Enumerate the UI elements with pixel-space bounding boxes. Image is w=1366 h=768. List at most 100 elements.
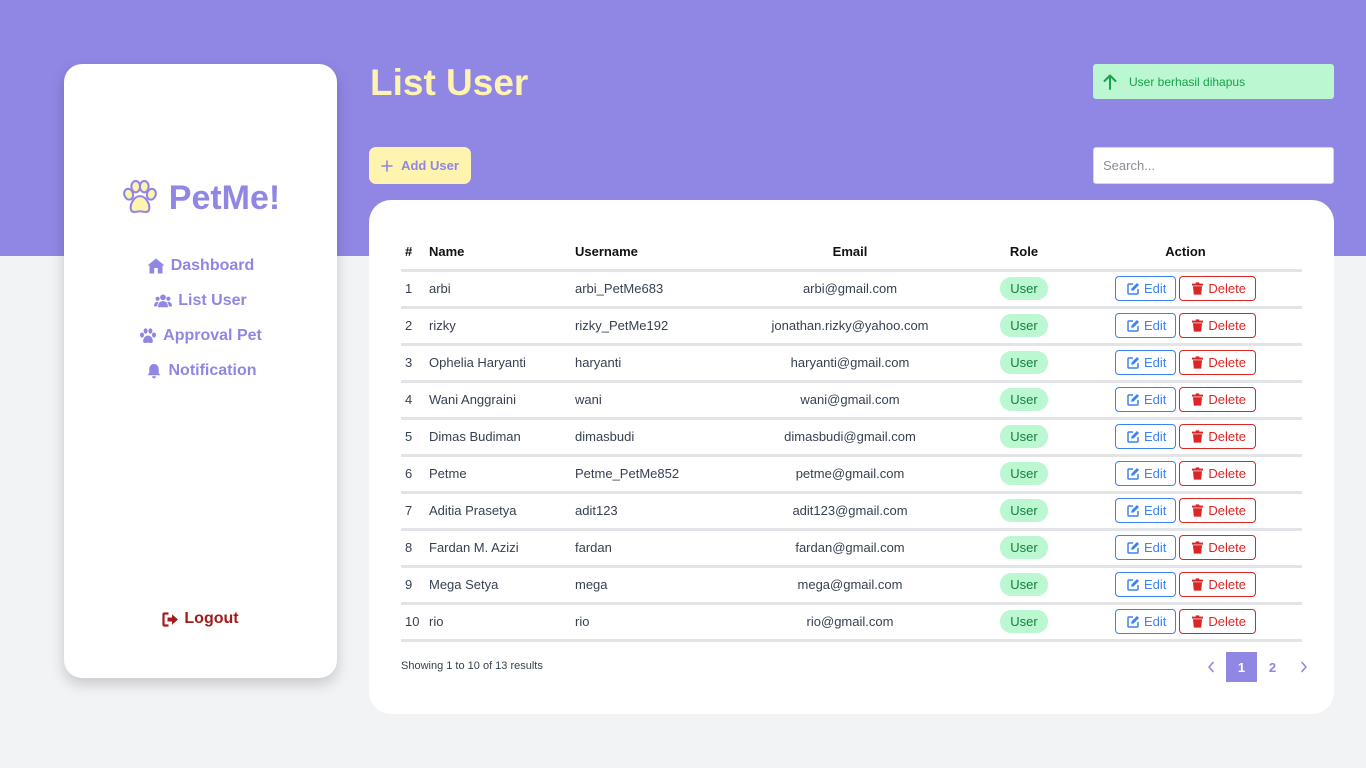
cell-role: User (979, 529, 1069, 568)
table-row: 8 Fardan M. Azizi fardan fardan@gmail.com Us… (401, 529, 1302, 568)
search-input[interactable] (1093, 147, 1334, 184)
cell-number: 5 (401, 418, 429, 457)
cell-email: fardan@gmail.com (721, 529, 979, 568)
delete-button[interactable]: Delete (1179, 276, 1256, 301)
delete-button[interactable]: Delete (1179, 572, 1256, 597)
trash-icon (1192, 615, 1204, 628)
edit-icon (1127, 431, 1139, 443)
cell-email: petme@gmail.com (721, 455, 979, 494)
brand-logo[interactable]: PetMe! (64, 176, 337, 220)
sidebar-item-dashboard[interactable]: Dashboard (64, 248, 337, 283)
table-row: 6 Petme Petme_PetMe852 petme@gmail.com User E… (401, 455, 1302, 494)
trash-icon (1192, 504, 1204, 517)
cell-role: User (979, 492, 1069, 531)
add-user-button[interactable]: Add User (369, 147, 471, 184)
cell-role: User (979, 566, 1069, 605)
cell-username: wani (575, 381, 721, 420)
delete-button[interactable]: Delete (1179, 609, 1256, 634)
column-header-action: Action (1069, 235, 1302, 272)
cell-username: adit123 (575, 492, 721, 531)
delete-button[interactable]: Delete (1179, 350, 1256, 375)
delete-button[interactable]: Delete (1179, 461, 1256, 486)
edit-label: Edit (1144, 540, 1167, 555)
user-table-card: # Name Username Email Role Action 1 arbi a… (369, 200, 1334, 714)
edit-button[interactable]: Edit (1115, 461, 1177, 486)
edit-icon (1127, 505, 1139, 517)
pagination-next-button[interactable] (1288, 652, 1319, 682)
cell-username: haryanti (575, 344, 721, 383)
edit-icon (1127, 542, 1139, 554)
cell-name: rizky (429, 307, 575, 346)
edit-icon (1127, 394, 1139, 406)
sidebar-nav: Dashboard List User Approval Pet Notific… (64, 248, 337, 388)
pagination-prev-button[interactable] (1195, 652, 1226, 682)
cell-role: User (979, 455, 1069, 494)
sidebar: PetMe! Dashboard List User Approval Pet … (64, 64, 337, 678)
edit-button[interactable]: Edit (1115, 424, 1177, 449)
delete-label: Delete (1208, 466, 1246, 481)
sidebar-item-notification[interactable]: Notification (64, 353, 337, 388)
delete-button[interactable]: Delete (1179, 424, 1256, 449)
cell-name: Petme (429, 455, 575, 494)
edit-label: Edit (1144, 318, 1167, 333)
edit-button[interactable]: Edit (1115, 350, 1177, 375)
pagination-summary: Showing 1 to 10 of 13 results (401, 660, 543, 672)
column-header-role: Role (979, 235, 1069, 272)
sidebar-item-list-user[interactable]: List User (64, 283, 337, 318)
logout-button[interactable]: Logout (64, 606, 337, 632)
trash-icon (1192, 430, 1204, 443)
table-row: 10 rio rio rio@gmail.com User Edit Delete (401, 603, 1302, 642)
delete-label: Delete (1208, 281, 1246, 296)
table-row: 4 Wani Anggraini wani wani@gmail.com User Edi… (401, 381, 1302, 420)
cell-username: Petme_PetMe852 (575, 455, 721, 494)
role-badge: User (1000, 610, 1048, 633)
cell-name: rio (429, 603, 575, 642)
edit-label: Edit (1144, 503, 1167, 518)
cell-username: fardan (575, 529, 721, 568)
column-header-email: Email (721, 235, 979, 272)
trash-icon (1192, 356, 1204, 369)
sidebar-item-label: Notification (168, 361, 257, 379)
delete-button[interactable]: Delete (1179, 313, 1256, 338)
role-badge: User (1000, 536, 1048, 559)
delete-button[interactable]: Delete (1179, 387, 1256, 412)
edit-button[interactable]: Edit (1115, 535, 1177, 560)
table-row: 2 rizky rizky_PetMe192 jonathan.rizky@yahoo… (401, 307, 1302, 346)
edit-button[interactable]: Edit (1115, 572, 1177, 597)
role-badge: User (1000, 277, 1048, 300)
user-table: # Name Username Email Role Action 1 arbi a… (401, 235, 1302, 642)
cell-email: mega@gmail.com (721, 566, 979, 605)
chevron-left-icon (1207, 661, 1214, 673)
delete-label: Delete (1208, 429, 1246, 444)
sidebar-item-approval-pet[interactable]: Approval Pet (64, 318, 337, 353)
delete-button[interactable]: Delete (1179, 535, 1256, 560)
pagination-page-1[interactable]: 1 (1226, 652, 1257, 682)
plus-icon (381, 159, 393, 172)
column-header-number: # (401, 235, 429, 272)
edit-button[interactable]: Edit (1115, 387, 1177, 412)
paw-icon (122, 180, 157, 214)
cell-number: 8 (401, 529, 429, 568)
brand-name: PetMe! (168, 178, 281, 217)
role-badge: User (1000, 499, 1048, 522)
sidebar-item-label: Approval Pet (163, 326, 262, 344)
cell-action: Edit Delete (1069, 307, 1302, 346)
edit-button[interactable]: Edit (1115, 609, 1177, 634)
cell-role: User (979, 381, 1069, 420)
table-wrapper: # Name Username Email Role Action 1 arbi a… (401, 235, 1302, 642)
edit-button[interactable]: Edit (1115, 276, 1177, 301)
cell-number: 9 (401, 566, 429, 605)
delete-button[interactable]: Delete (1179, 498, 1256, 523)
cell-number: 10 (401, 603, 429, 642)
edit-label: Edit (1144, 429, 1167, 444)
edit-button[interactable]: Edit (1115, 498, 1177, 523)
edit-button[interactable]: Edit (1115, 313, 1177, 338)
edit-icon (1127, 579, 1139, 591)
cell-number: 6 (401, 455, 429, 494)
pagination-page-2[interactable]: 2 (1257, 652, 1288, 682)
role-badge: User (1000, 462, 1048, 485)
cell-role: User (979, 418, 1069, 457)
arrow-up-icon (1103, 74, 1117, 90)
edit-label: Edit (1144, 355, 1167, 370)
table-row: 7 Aditia Prasetya adit123 adit123@gmail.com… (401, 492, 1302, 531)
